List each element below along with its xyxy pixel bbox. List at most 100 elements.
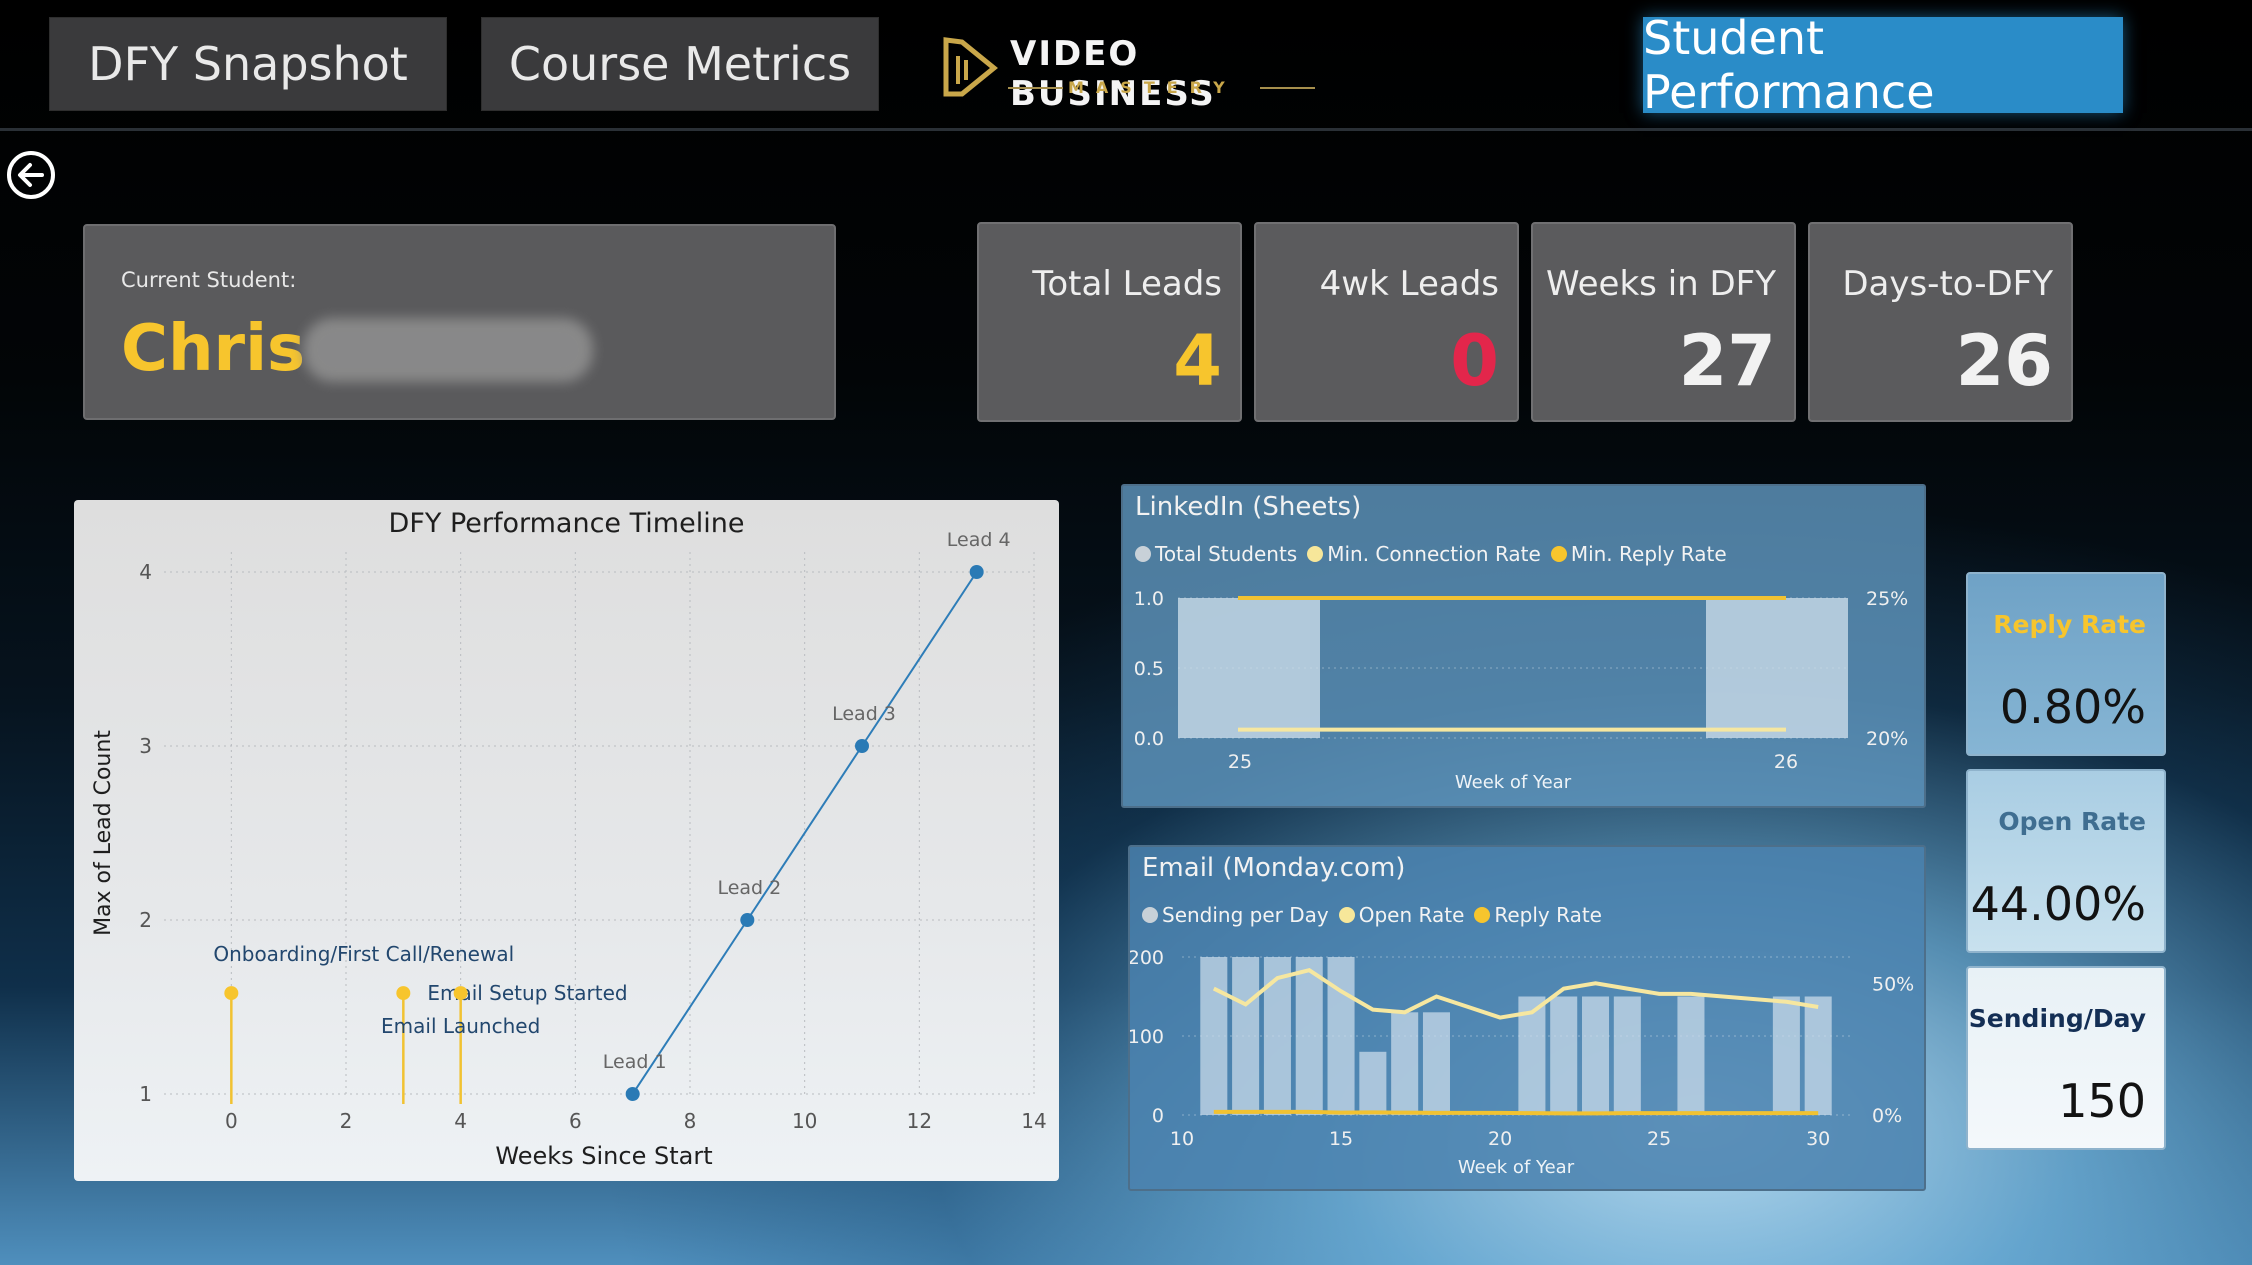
y2-tick-label: 25%	[1866, 588, 1908, 610]
linkedin-panel: LinkedIn (Sheets) Total Students Min. Co…	[1121, 484, 1926, 808]
reply-rate-value: 0.80%	[1999, 680, 2146, 734]
email-chart: 0 100 200 10 15 20 25 30 0% 50% Week of Year	[1130, 947, 1914, 1178]
kpi-4wk-leads: 4wk Leads 0	[1254, 222, 1519, 422]
event-label: Onboarding/First Call/Renewal	[213, 942, 514, 966]
x-axis-label: Week of Year	[1458, 1157, 1575, 1178]
total-students-bar	[1706, 598, 1848, 738]
x-tick-label: 4	[454, 1109, 467, 1133]
event-point	[453, 986, 468, 1001]
tab-dfy-snapshot[interactable]: DFY Snapshot	[49, 17, 447, 111]
kpi-4wk-leads-label: 4wk Leads	[1319, 264, 1499, 304]
x-tick-label: 25	[1228, 751, 1252, 773]
x-tick-label: 15	[1329, 1128, 1353, 1150]
sending-per-day-bar	[1772, 996, 1800, 1115]
email-panel: Email (Monday.com) Sending per Day Open …	[1128, 845, 1926, 1191]
y-tick-label: 1	[139, 1082, 152, 1106]
x-tick-label: 25	[1647, 1128, 1671, 1150]
x-tick-label: 30	[1806, 1128, 1830, 1150]
kpi-days-to-dfy-label: Days-to-DFY	[1842, 264, 2053, 304]
y-tick-label: 100	[1130, 1026, 1164, 1048]
open-rate-value: 44.00%	[1970, 877, 2146, 931]
sending-per-day-card: Sending/Day 150	[1966, 966, 2166, 1150]
kpi-weeks-in-dfy: Weeks in DFY 27	[1531, 222, 1796, 422]
tab-student-performance[interactable]: Student Performance	[1643, 11, 2123, 119]
redacted-surname	[303, 318, 593, 382]
logo-subtitle: MASTERY	[1068, 78, 1237, 97]
y-tick-label: 0.0	[1134, 728, 1164, 750]
current-student-name: Chris	[121, 312, 306, 386]
kpi-days-to-dfy-value: 26	[1955, 320, 2053, 402]
event-point	[224, 986, 239, 1001]
sending-per-day-value: 150	[2058, 1074, 2146, 1128]
x-tick-label: 26	[1774, 751, 1798, 773]
x-tick-label: 20	[1488, 1128, 1512, 1150]
current-student-card: Current Student: Chris	[83, 224, 836, 420]
logo-rule-left	[1008, 87, 1063, 89]
linkedin-chart: 0.0 0.5 1.0 25 26 20% 25% Week of Year	[1134, 588, 1908, 793]
reply-rate-label: Reply Rate	[1993, 610, 2146, 639]
current-student-label: Current Student:	[121, 268, 297, 292]
x-tick-label: 12	[907, 1109, 932, 1133]
sending-per-day-bar	[1677, 996, 1705, 1115]
reply-rate-card: Reply Rate 0.80%	[1966, 572, 2166, 756]
dfy-timeline-chart: 0 2 4 6 8 10 12 141234Weeks Since StartMax of L…	[91, 529, 1047, 1170]
logo-title: VIDEO BUSINESS	[1010, 34, 1216, 114]
tab-course-metrics[interactable]: Course Metrics	[481, 17, 879, 111]
back-arrow-icon[interactable]	[6, 150, 56, 200]
y2-tick-label: 20%	[1866, 728, 1908, 750]
lead-point-label: Lead 1	[603, 1051, 667, 1073]
sending-per-day-bar	[1359, 1051, 1387, 1115]
x-tick-label: 6	[569, 1109, 582, 1133]
x-tick-label: 0	[225, 1109, 238, 1133]
sending-per-day-label: Sending/Day	[1968, 1004, 2146, 1033]
sending-per-day-bar	[1804, 996, 1832, 1115]
sending-per-day-bar	[1582, 996, 1610, 1115]
y-tick-label: 0	[1152, 1105, 1164, 1127]
kpi-weeks-in-dfy-label: Weeks in DFY	[1546, 264, 1776, 304]
event-label: Email Launched	[381, 1014, 540, 1038]
y2-tick-label: 0%	[1872, 1105, 1902, 1127]
x-axis-label: Weeks Since Start	[495, 1142, 712, 1170]
total-students-bar	[1178, 598, 1320, 738]
event-point	[396, 986, 411, 1001]
sending-per-day-bar	[1550, 996, 1578, 1115]
header-divider	[0, 128, 2252, 131]
lead-point	[625, 1087, 640, 1101]
tab-course-metrics-label: Course Metrics	[508, 37, 852, 91]
kpi-total-leads-value: 4	[1173, 320, 1222, 402]
open-rate-label: Open Rate	[1998, 807, 2146, 836]
open-rate-card: Open Rate 44.00%	[1966, 769, 2166, 953]
y-tick-label: 4	[139, 560, 152, 584]
sending-per-day-bar	[1327, 957, 1355, 1115]
tab-dfy-snapshot-label: DFY Snapshot	[88, 37, 408, 91]
sending-per-day-bar	[1422, 1012, 1450, 1115]
kpi-days-to-dfy: Days-to-DFY 26	[1808, 222, 2073, 422]
sending-per-day-bar	[1613, 996, 1641, 1115]
sending-per-day-bar	[1232, 957, 1260, 1115]
x-tick-label: 2	[340, 1109, 353, 1133]
lead-point-label: Lead 3	[832, 703, 896, 725]
brand-logo: VIDEO BUSINESS MASTERY	[940, 30, 1320, 114]
y-tick-label: 2	[139, 908, 152, 932]
tab-student-performance-label: Student Performance	[1643, 11, 1935, 119]
x-tick-label: 14	[1021, 1109, 1046, 1133]
sending-per-day-bar	[1263, 957, 1291, 1115]
lead-point	[740, 913, 755, 927]
kpi-4wk-leads-value: 0	[1450, 320, 1499, 402]
y-tick-label: 3	[139, 734, 152, 758]
kpi-weeks-in-dfy-value: 27	[1678, 320, 1776, 402]
reply-rate-line	[1213, 1109, 1819, 1116]
dfy-timeline-panel: DFY Performance Timeline 0 2 4 6 8 10 12 14 1 2 3 4…	[74, 500, 1059, 1181]
y-tick-label: 200	[1130, 947, 1164, 969]
lead-point-label: Lead 4	[947, 529, 1011, 551]
sending-per-day-bar	[1200, 957, 1228, 1115]
lead-point	[969, 565, 984, 579]
logo-rule-right	[1260, 87, 1315, 89]
lead-point	[855, 739, 869, 753]
lead-point-label: Lead 2	[717, 877, 781, 899]
y-axis-label: Max of Lead Count	[91, 730, 116, 936]
sending-per-day-bar	[1391, 1012, 1419, 1115]
sending-per-day-bar	[1295, 957, 1323, 1115]
kpi-total-leads: Total Leads 4	[977, 222, 1242, 422]
y-tick-label: 1.0	[1134, 588, 1164, 610]
